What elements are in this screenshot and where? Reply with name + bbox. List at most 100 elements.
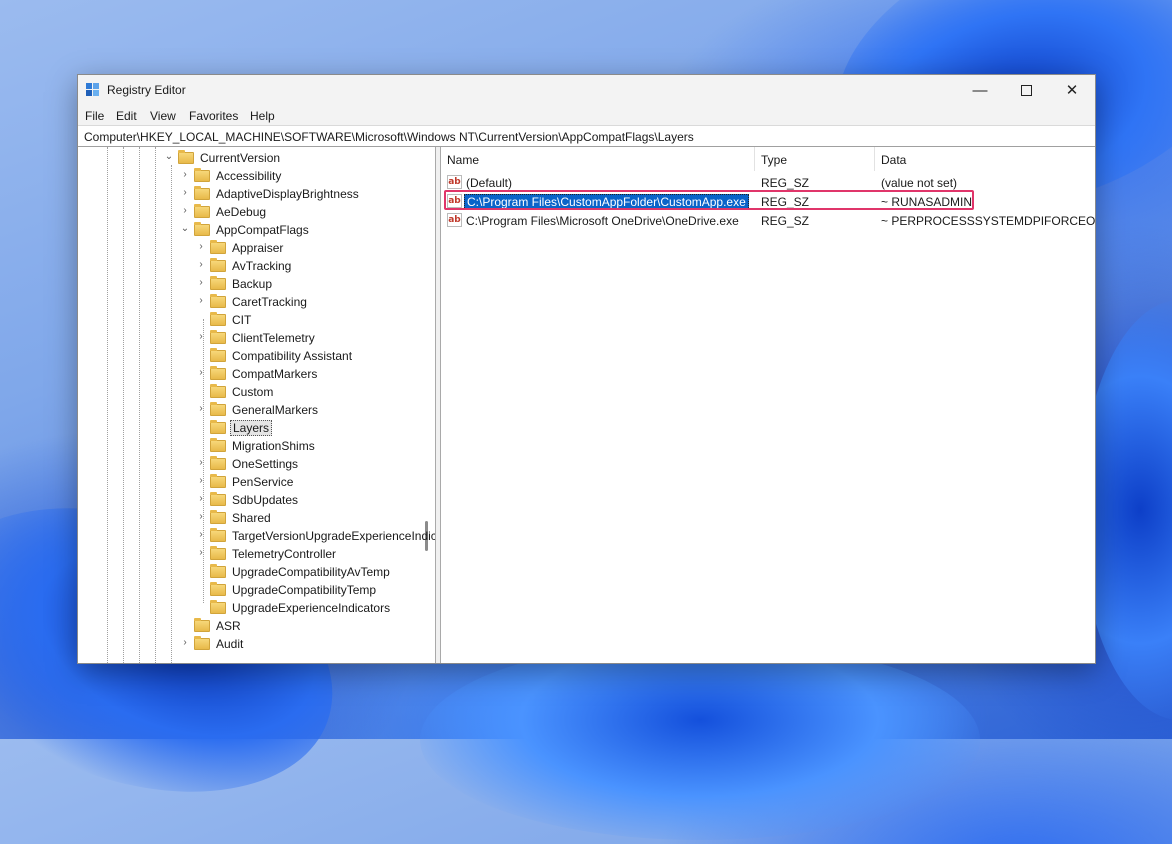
tree-node[interactable]: Custom — [196, 383, 435, 401]
tree-node-label: TargetVersionUpgradeExperienceIndicators — [232, 529, 436, 543]
tree-node[interactable]: ⌄ AppCompatFlags — [180, 221, 435, 239]
tree-node[interactable]: › TelemetryController — [196, 545, 435, 563]
folder-icon — [210, 348, 226, 362]
close-button[interactable]: ✕ — [1049, 75, 1095, 105]
folder-icon — [194, 204, 210, 218]
folder-icon — [194, 168, 210, 182]
tree-node[interactable]: › CaretTracking — [196, 293, 435, 311]
folder-icon — [210, 492, 226, 506]
tree-node[interactable]: › TargetVersionUpgradeExperienceIndicator… — [196, 527, 436, 545]
chevron-right-icon[interactable]: › — [196, 277, 206, 288]
value-row[interactable]: ab C:\Program Files\Microsoft OneDrive\On… — [441, 211, 1095, 229]
tree-node-label: PenService — [232, 475, 294, 489]
folder-icon — [210, 438, 226, 452]
menu-help[interactable]: Help — [250, 109, 275, 123]
tree-node[interactable]: UpgradeCompatibilityTemp — [196, 581, 435, 599]
folder-icon — [210, 456, 226, 470]
folder-icon — [210, 402, 226, 416]
tree-node-label: UpgradeExperienceIndicators — [232, 601, 391, 615]
folder-icon — [210, 330, 226, 344]
tree-node[interactable]: › Accessibility — [180, 167, 435, 185]
chevron-right-icon[interactable]: › — [196, 259, 206, 270]
folder-icon — [210, 564, 226, 578]
chevron-right-icon[interactable]: › — [196, 241, 206, 252]
folder-icon — [210, 582, 226, 596]
tree-node-label: AeDebug — [216, 205, 267, 219]
tree-node[interactable]: ⌄ CurrentVersion — [164, 149, 435, 167]
tree-node[interactable]: › Backup — [196, 275, 435, 293]
tree-node[interactable]: › SdbUpdates — [196, 491, 435, 509]
tree-node-label: CompatMarkers — [232, 367, 318, 381]
tree-node[interactable]: CIT — [196, 311, 435, 329]
menu-edit[interactable]: Edit — [116, 109, 137, 123]
tree-node-label: SdbUpdates — [232, 493, 299, 507]
tree-node-label: Layers — [230, 420, 273, 436]
chevron-right-icon[interactable]: › — [180, 169, 190, 180]
string-value-icon: ab — [447, 213, 462, 227]
maximize-button[interactable] — [1003, 75, 1049, 105]
key-tree-pane[interactable]: ⌄ CurrentVersion › Accessibility › AdaptiveDi… — [78, 147, 436, 663]
tree-node[interactable]: › AeDebug — [180, 203, 435, 221]
menu-file[interactable]: File — [85, 109, 104, 123]
tree-node[interactable]: › AvTracking — [196, 257, 435, 275]
value-data: ~ PERPROCESSSYSTEMDPIFORCEOFF — [881, 214, 1095, 228]
folder-icon — [194, 636, 210, 650]
tree-node-label: Custom — [232, 385, 274, 399]
tree-node[interactable]: MigrationShims — [196, 437, 435, 455]
column-header-data[interactable]: Data — [875, 147, 1095, 171]
folder-icon — [210, 474, 226, 488]
chevron-right-icon[interactable]: › — [180, 205, 190, 216]
value-type: REG_SZ — [761, 176, 810, 190]
tree-node[interactable]: › ClientTelemetry — [196, 329, 435, 347]
chevron-right-icon[interactable]: › — [180, 187, 190, 198]
tree-node-label: TelemetryController — [232, 547, 337, 561]
chevron-right-icon[interactable]: › — [196, 475, 206, 486]
value-data: (value not set) — [881, 176, 958, 190]
address-bar[interactable]: Computer\HKEY_LOCAL_MACHINE\SOFTWARE\Mic… — [78, 125, 1095, 147]
tree-node[interactable]: › Appraiser — [196, 239, 435, 257]
title-bar[interactable]: Registry Editor — ✕ — [78, 75, 1095, 105]
chevron-right-icon[interactable]: › — [196, 331, 206, 342]
chevron-right-icon[interactable]: › — [196, 529, 206, 540]
chevron-right-icon[interactable]: › — [196, 547, 206, 558]
tree-node[interactable]: › Audit — [180, 635, 435, 653]
tree-node[interactable]: Compatibility Assistant — [196, 347, 435, 365]
tree-node[interactable]: › Shared — [196, 509, 435, 527]
minimize-button[interactable]: — — [957, 75, 1003, 105]
chevron-down-icon[interactable]: ⌄ — [164, 151, 174, 162]
chevron-right-icon[interactable]: › — [196, 511, 206, 522]
menu-bar: File Edit View Favorites Help — [78, 105, 1095, 125]
chevron-right-icon[interactable]: › — [196, 295, 206, 306]
column-header-name[interactable]: Name — [441, 147, 754, 171]
tree-node[interactable]: › OneSettings — [196, 455, 435, 473]
folder-icon — [210, 420, 226, 434]
tree-node[interactable]: ASR — [180, 617, 435, 635]
chevron-right-icon[interactable]: › — [180, 637, 190, 648]
menu-view[interactable]: View — [150, 109, 176, 123]
tree-node[interactable]: UpgradeCompatibilityAvTemp — [196, 563, 435, 581]
tree-node-label: CurrentVersion — [200, 151, 281, 165]
menu-favorites[interactable]: Favorites — [189, 109, 238, 123]
values-list-pane[interactable]: Name Type Data ab (Default) REG_SZ (value n… — [441, 147, 1095, 663]
column-header-type[interactable]: Type — [755, 147, 874, 171]
value-row[interactable]: ab (Default) REG_SZ (value not set) — [441, 173, 1095, 191]
tree-node-label: GeneralMarkers — [232, 403, 319, 417]
tree-node-label: Compatibility Assistant — [232, 349, 353, 363]
chevron-right-icon[interactable]: › — [196, 367, 206, 378]
chevron-down-icon[interactable]: ⌄ — [180, 223, 190, 234]
tree-node-label: Audit — [216, 637, 244, 651]
tree-node[interactable]: › PenService — [196, 473, 435, 491]
chevron-right-icon[interactable]: › — [196, 403, 206, 414]
tree-node-label: AvTracking — [232, 259, 292, 273]
tree-node-label: Backup — [232, 277, 273, 291]
chevron-right-icon[interactable]: › — [196, 493, 206, 504]
tree-node[interactable]: › CompatMarkers — [196, 365, 435, 383]
tree-node[interactable]: › AdaptiveDisplayBrightness — [180, 185, 435, 203]
tree-node[interactable]: UpgradeExperienceIndicators — [196, 599, 435, 617]
address-path[interactable]: Computer\HKEY_LOCAL_MACHINE\SOFTWARE\Mic… — [84, 130, 694, 144]
folder-icon — [194, 186, 210, 200]
chevron-right-icon[interactable]: › — [196, 457, 206, 468]
tree-node[interactable]: Layers — [196, 419, 435, 437]
folder-icon — [194, 222, 210, 236]
tree-node[interactable]: › GeneralMarkers — [196, 401, 435, 419]
